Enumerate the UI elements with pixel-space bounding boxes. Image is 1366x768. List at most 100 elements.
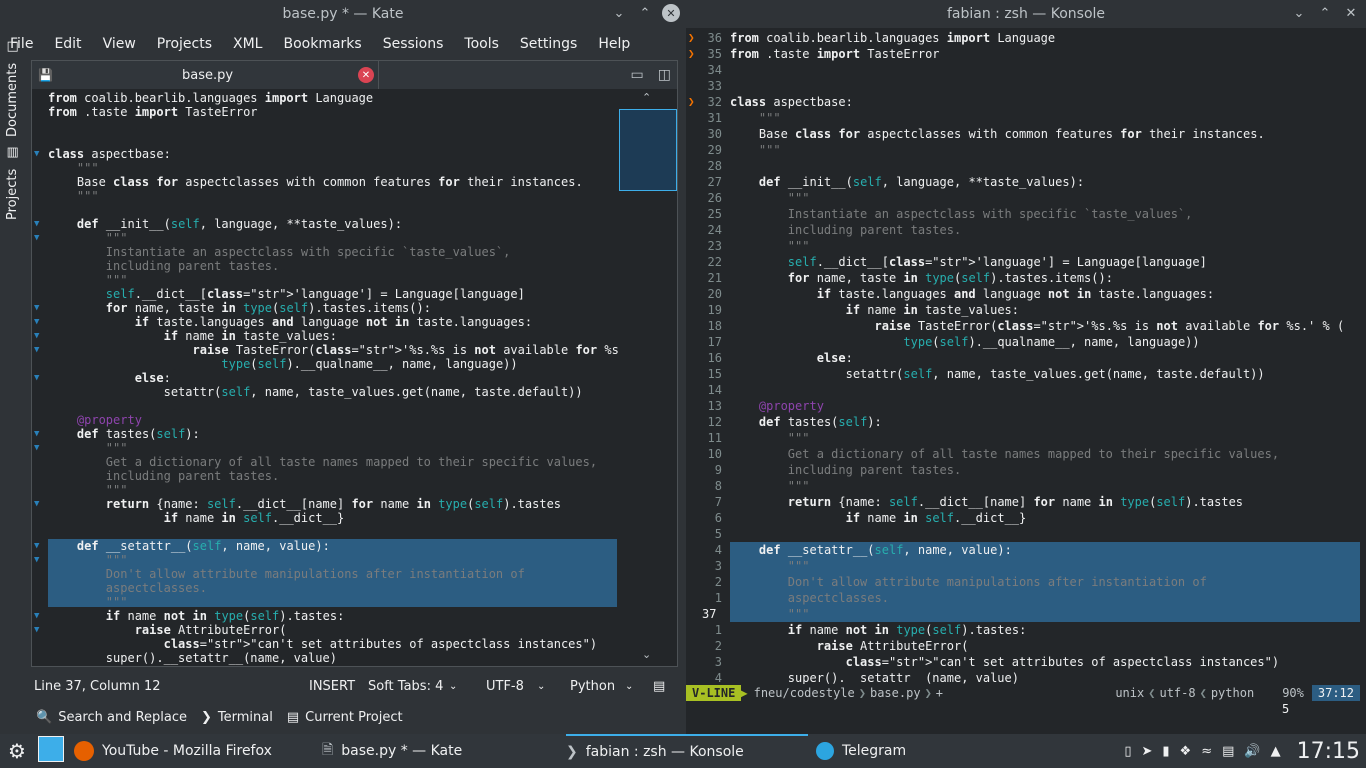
wifi-icon[interactable]: ≈: [1201, 744, 1212, 759]
fold-marker-icon[interactable]: ▼: [34, 304, 44, 313]
telegram-tray-icon[interactable]: ➤: [1141, 744, 1152, 759]
dropbox-icon[interactable]: ❖: [1180, 744, 1192, 759]
code-line: self.__dict__[class="str">'language'] = …: [787, 255, 1207, 269]
vim-encoding: utf-8: [1159, 686, 1196, 700]
line-number: 30: [707, 127, 722, 141]
menu-help[interactable]: Help: [598, 36, 630, 52]
document-tabbar: 💾 base.py ✕ ▭ ◫: [32, 61, 677, 89]
vim-statusline: V-LINE ▶ fneu/codestyle ❯ base.py ❯ + un…: [686, 685, 1366, 701]
search-icon: 🔍: [36, 709, 53, 725]
input-mode[interactable]: INSERT: [309, 679, 355, 694]
close-icon[interactable]: ✕: [1342, 4, 1360, 22]
language-setting[interactable]: Python: [570, 679, 615, 694]
maximize-icon[interactable]: ⌃: [636, 4, 654, 22]
new-tab-icon[interactable]: ▭: [631, 67, 644, 83]
menu-view[interactable]: View: [103, 36, 136, 52]
task-kate[interactable]: 🗎 base.py * — Kate: [322, 734, 462, 768]
search-replace-button[interactable]: 🔍 Search and Replace: [36, 710, 187, 725]
save-icon[interactable]: ▤: [653, 679, 665, 694]
menu-settings[interactable]: Settings: [520, 36, 577, 52]
line-number: 20: [707, 287, 722, 301]
terminal-button[interactable]: ❯ Terminal: [201, 710, 273, 725]
minimap[interactable]: [619, 109, 677, 191]
maximize-icon[interactable]: ⌃: [1316, 4, 1334, 22]
line-number: 26: [707, 191, 722, 205]
code-line: setattr(self, name, taste_values.get(nam…: [730, 367, 1265, 381]
terminal-vim-buffer[interactable]: 3 6 from coalib.bearlib.languages import L…: [686, 30, 1366, 684]
fold-marker-icon[interactable]: ▼: [34, 430, 44, 439]
fold-marker-icon[interactable]: ▼: [34, 234, 44, 243]
line-number: 23: [707, 239, 722, 253]
fold-marker-icon[interactable]: ▼: [34, 500, 44, 509]
code-line: setattr(self, name, taste_values.get(nam…: [48, 385, 583, 399]
menu-sessions[interactable]: Sessions: [383, 36, 444, 52]
fold-marker-icon[interactable]: ▼: [34, 332, 44, 341]
menu-bookmarks[interactable]: Bookmarks: [283, 36, 361, 52]
line-number: 8: [714, 479, 722, 493]
menu-xml[interactable]: XML: [233, 36, 262, 52]
fold-marker-icon[interactable]: ▼: [34, 612, 44, 621]
clipboard-icon[interactable]: ▤: [1222, 744, 1234, 759]
kate-window: base.py * — Kate ⌄ ⌃ ✕ File Edit View Pr…: [0, 0, 686, 734]
menu-projects[interactable]: Projects: [157, 36, 212, 52]
menu-tools[interactable]: Tools: [464, 36, 499, 52]
vim-path: fneu/codestyle: [753, 686, 855, 700]
tray-expand-icon[interactable]: ▲: [1271, 744, 1281, 759]
task-telegram[interactable]: Telegram: [816, 734, 906, 768]
code-editor[interactable]: from coalib.bearlib.languages import Lan…: [32, 89, 618, 667]
line-number: 9: [714, 463, 722, 477]
indentation-setting[interactable]: Soft Tabs: 4: [368, 679, 443, 694]
code-line: """: [730, 431, 810, 445]
kate-titlebar[interactable]: base.py * — Kate ⌄ ⌃ ✕: [0, 0, 686, 28]
fold-marker-icon[interactable]: ▼: [34, 150, 44, 159]
task-firefox[interactable]: YouTube - Mozilla Firefox: [74, 734, 272, 768]
code-line: super().__setattr__(name, value): [730, 671, 1019, 684]
sidebar-tab-documents[interactable]: Documents □: [5, 41, 20, 137]
sidebar-tab-projects[interactable]: Projects ▤: [5, 146, 20, 220]
pager-desktop[interactable]: [38, 736, 64, 762]
tab-close-icon[interactable]: ✕: [358, 67, 374, 83]
minimize-icon[interactable]: ⌄: [1290, 4, 1308, 22]
document-tab[interactable]: 💾 base.py ✕: [32, 61, 379, 89]
code-line: Base class for aspectclasses with common…: [730, 127, 1265, 141]
side-panel: Documents □ Projects ▤: [0, 41, 30, 320]
fold-marker-icon[interactable]: ▼: [34, 556, 44, 565]
code-line: return {name: self.__dict__[name] for na…: [105, 497, 562, 511]
fold-marker-icon[interactable]: ▼: [34, 318, 44, 327]
menu-edit[interactable]: Edit: [54, 36, 81, 52]
battery-icon[interactable]: ▮: [1162, 744, 1169, 759]
fold-marker-icon[interactable]: ▼: [34, 374, 44, 383]
volume-icon[interactable]: 🔊: [1244, 744, 1260, 759]
fold-marker-icon[interactable]: ▼: [34, 444, 44, 453]
battery-saver-icon[interactable]: ▯: [1124, 744, 1131, 759]
line-number: 13: [707, 399, 722, 413]
taskbar: ⚙ YouTube - Mozilla Firefox 🗎 base.py * …: [0, 734, 1366, 768]
code-line: including parent tastes.: [730, 463, 962, 477]
fold-marker-icon[interactable]: ▼: [34, 346, 44, 355]
cursor-position[interactable]: Line 37, Column 12: [34, 679, 161, 694]
fold-marker-icon[interactable]: ▼: [34, 220, 44, 229]
separator-icon: ❮: [1148, 686, 1156, 700]
code-line: """: [730, 607, 810, 621]
scroll-up-icon[interactable]: ⌃: [642, 91, 651, 104]
code-line: """: [730, 111, 781, 125]
vim-filetype: python: [1210, 686, 1255, 700]
encoding-setting[interactable]: UTF-8: [486, 679, 524, 694]
chevron-down-icon: ⌄: [625, 680, 634, 692]
split-view-icon[interactable]: ◫: [658, 67, 671, 83]
task-konsole[interactable]: ❯ fabian : zsh — Konsole: [566, 734, 808, 768]
fold-marker-icon[interactable]: ▼: [34, 542, 44, 551]
close-icon[interactable]: ✕: [662, 4, 680, 22]
code-line: from .taste import TasteError: [730, 47, 940, 61]
kde-launcher-icon[interactable]: ⚙: [8, 739, 26, 763]
scroll-down-icon[interactable]: ⌄: [642, 648, 651, 661]
clock[interactable]: 17:15: [1297, 739, 1360, 764]
konsole-titlebar[interactable]: fabian : zsh — Konsole ⌄ ⌃ ✕: [686, 0, 1366, 28]
code-line: super().__setattr__(name, value): [48, 651, 337, 665]
current-project-button[interactable]: ▤ Current Project: [287, 710, 403, 725]
vim-mode: V-LINE: [686, 685, 742, 701]
minimize-icon[interactable]: ⌄: [610, 4, 628, 22]
task-konsole-label: fabian : zsh — Konsole: [585, 744, 744, 760]
fold-marker-icon[interactable]: ▼: [34, 626, 44, 635]
line-number: 16: [707, 351, 722, 365]
